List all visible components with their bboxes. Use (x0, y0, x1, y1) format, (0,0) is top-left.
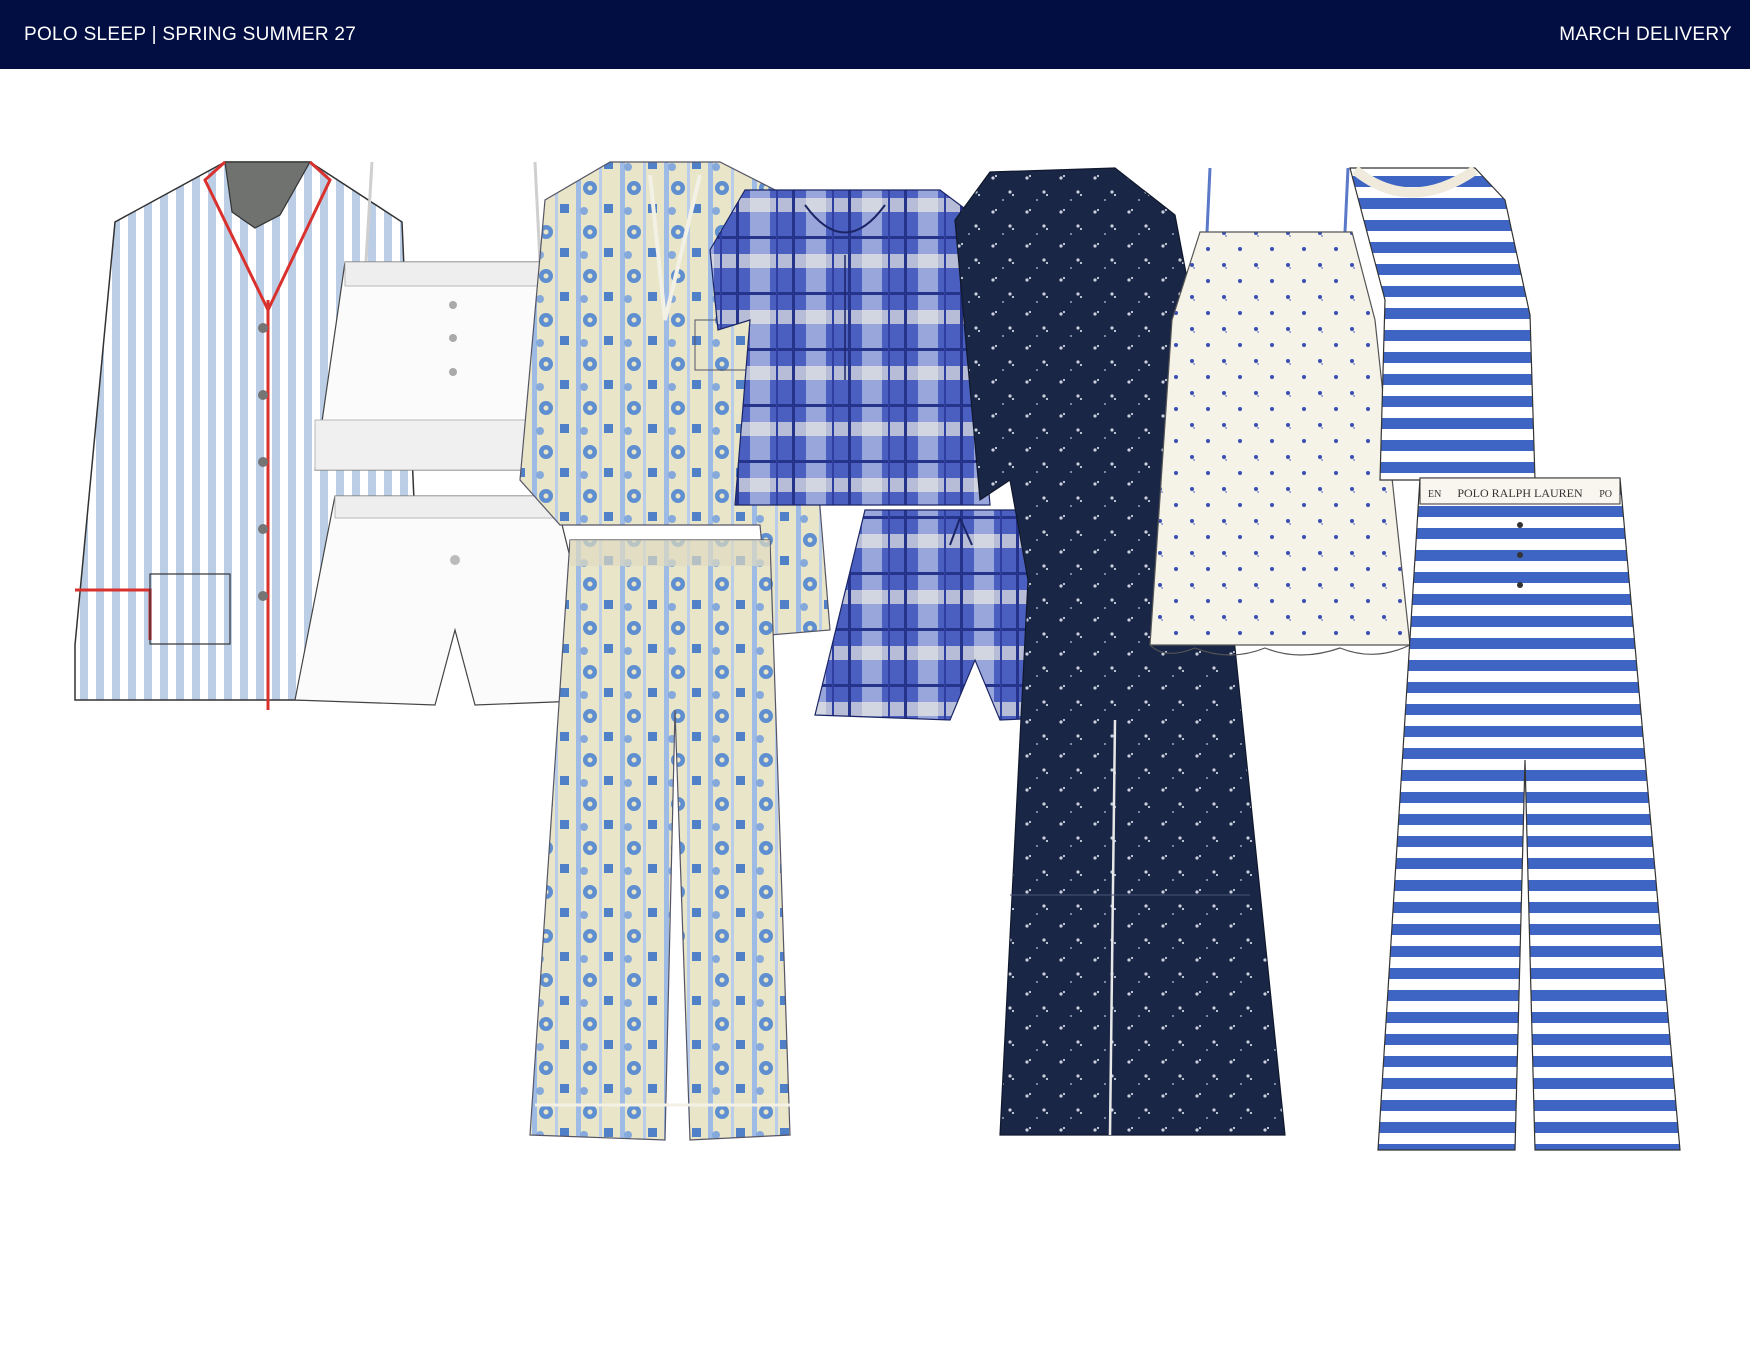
striped-tank-and-pant-set: POLO RALPH LAUREN EN PO (1349, 165, 1681, 1151)
garment-lineup: POLO RALPH LAUREN EN PO (74, 160, 1681, 1151)
pant-waistband-text: POLO RALPH LAUREN (1457, 486, 1583, 500)
pant-waistband-right: PO (1599, 489, 1612, 500)
pant-waistband-left: EN (1428, 489, 1441, 500)
